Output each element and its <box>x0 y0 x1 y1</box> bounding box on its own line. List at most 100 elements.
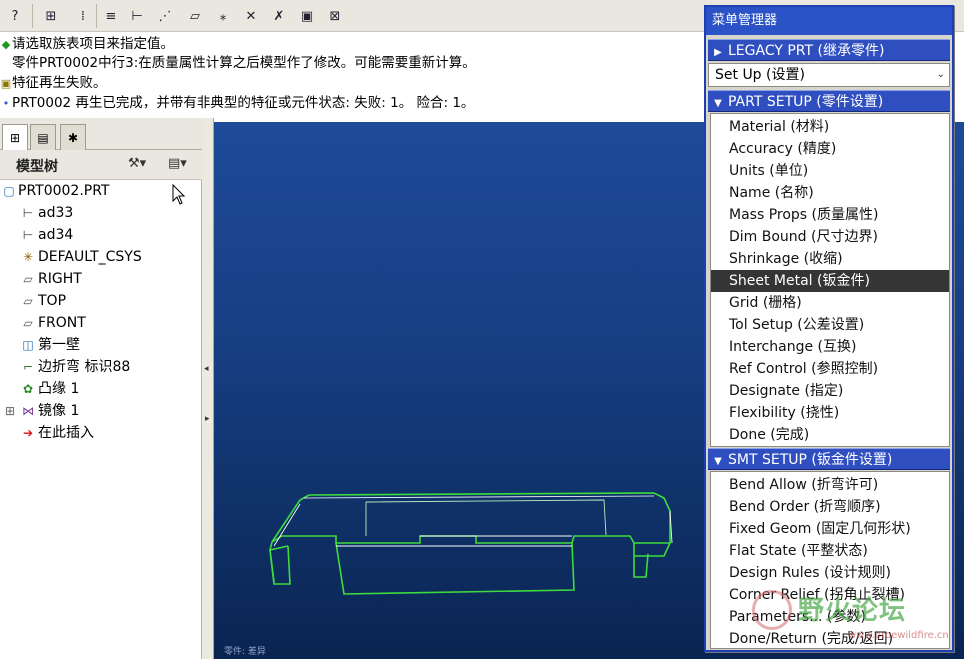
part-icon: ▢ <box>3 184 15 198</box>
legacy-prt-header[interactable]: ▶ LEGACY PRT (继承零件) <box>708 39 950 61</box>
setup-select[interactable]: Set Up (设置) ⌄ <box>708 63 950 87</box>
info-icon: • <box>2 97 10 110</box>
csys-icon[interactable]: ✕ <box>240 5 262 27</box>
smt-setup-header[interactable]: ▼ SMT SETUP (钣金件设置) <box>708 448 950 470</box>
tree-item-label: FRONT <box>38 315 86 331</box>
mirror-icon: ⋈ <box>22 404 34 418</box>
tree-item-label: 第一壁 <box>38 337 80 353</box>
menu-item-done[interactable]: Done (完成) <box>711 424 949 446</box>
panel-splitter[interactable]: ◂ ▸ <box>202 118 214 659</box>
tree-item[interactable]: ▱ RIGHT <box>0 268 202 290</box>
csys-off-icon[interactable]: ✗ <box>268 5 290 27</box>
watermark: 野火论坛 www.proewildfire.cn <box>752 590 962 654</box>
part-setup-header[interactable]: ▼ PART SETUP (零件设置) <box>708 90 950 112</box>
prompt-icon: ◆ <box>1 38 11 51</box>
chevron-down-icon: ⌄ <box>936 69 945 80</box>
menu-item-shrinkage[interactable]: Shrinkage (收缩) <box>711 248 949 270</box>
tree-item[interactable]: ⌐ 边折弯 标识88 <box>0 356 202 378</box>
watermark-logo <box>752 590 792 630</box>
setup-select-value: Set Up (设置) <box>715 67 805 83</box>
menu-item-accuracy[interactable]: Accuracy (精度) <box>711 138 949 160</box>
model-tree-tab-icon[interactable]: ⊞ <box>2 124 28 150</box>
tree-item[interactable]: ➔ 在此插入 <box>0 422 202 444</box>
tree-item-label: ad34 <box>38 227 74 243</box>
plane-icon: ▱ <box>23 316 33 330</box>
message-text: 特征再生失败。 <box>12 75 107 91</box>
tree-item[interactable]: ✳ DEFAULT_CSYS <box>0 246 202 268</box>
menu-item-tol-setup[interactable]: Tol Setup (公差设置) <box>711 314 949 336</box>
flange-icon: ✿ <box>22 382 34 396</box>
tree-item[interactable]: ▱ TOP <box>0 290 202 312</box>
menu-item-bend-order[interactable]: Bend Order (折弯顺序) <box>711 496 949 518</box>
axis-icon[interactable]: ⋰ <box>154 5 176 27</box>
toolbar-separator <box>32 4 33 28</box>
menu-item-grid[interactable]: Grid (栅格) <box>711 292 949 314</box>
plane-icon: ▱ <box>23 272 33 286</box>
tree-item-label: 边折弯 标识88 <box>38 359 131 375</box>
menu-item-bend-allow[interactable]: Bend Allow (折弯许可) <box>711 474 949 496</box>
folder-browser-tab-icon[interactable]: ▤ <box>30 124 56 150</box>
model-tree-title: 模型树 <box>16 159 58 175</box>
expand-icon[interactable]: ⊞ <box>2 400 18 422</box>
menu-item-flexibility[interactable]: Flexibility (挠性) <box>711 402 949 424</box>
sketch-icon[interactable]: ⊞ <box>40 5 62 27</box>
expanded-arrow-icon: ▼ <box>714 456 722 467</box>
mouse-cursor-icon <box>172 184 186 205</box>
watermark-url: www.proewildfire.cn <box>848 630 949 641</box>
message-line: 零件PRT0002中行3:在质量属性计算之后模型作了修改。可能需要重新计算。 <box>12 53 476 73</box>
model-tree-panel: ⊞ ▤ ✱ 模型树 ⚒▾ ▤▾ ▢ PRT0002.PRT ⊢ ad33 ⊢ a… <box>0 118 202 659</box>
expand-right-icon[interactable]: ▸ <box>205 414 210 424</box>
menu-item-mass-props[interactable]: Mass Props (质量属性) <box>711 204 949 226</box>
message-text: 零件PRT0002中行3:在质量属性计算之后模型作了修改。可能需要重新计算。 <box>12 55 476 71</box>
favorites-tab-icon[interactable]: ✱ <box>60 124 86 150</box>
menu-item-design-rules[interactable]: Design Rules (设计规则) <box>711 562 949 584</box>
model-tree-header: 模型树 ⚒▾ ▤▾ <box>0 150 202 180</box>
navigator-tabs: ⊞ ▤ ✱ <box>0 118 202 150</box>
dimension-icon: ⊢ <box>22 228 34 242</box>
menu-item-units[interactable]: Units (单位) <box>711 160 949 182</box>
menu-item-dim-bound[interactable]: Dim Bound (尺寸边界) <box>711 226 949 248</box>
collapsed-arrow-icon: ▶ <box>714 47 722 58</box>
menu-item-ref-control[interactable]: Ref Control (参照控制) <box>711 358 949 380</box>
tree-item-label: ad33 <box>38 205 74 221</box>
message-text: 请选取族表项目来指定值。 <box>12 36 174 52</box>
menu-item-sheet-metal[interactable]: Sheet Metal (钣金件) <box>711 270 949 292</box>
message-line: ▣特征再生失败。 <box>0 73 107 93</box>
collapse-left-icon[interactable]: ◂ <box>204 364 209 374</box>
tree-item[interactable]: ◫ 第一壁 <box>0 334 202 356</box>
close-icon[interactable]: ⊠ <box>324 5 346 27</box>
datum-icon[interactable]: ⁞ <box>72 5 94 27</box>
tree-item-label: 凸缘 1 <box>38 381 80 397</box>
menu-item-fixed-geom[interactable]: Fixed Geom (固定几何形状) <box>711 518 949 540</box>
menu-item-material[interactable]: Material (材料) <box>711 116 949 138</box>
insert-arrow-icon: ➔ <box>22 426 34 440</box>
window-icon[interactable]: ▣ <box>296 5 318 27</box>
plane-icon: ▱ <box>23 294 33 308</box>
expanded-arrow-icon: ▼ <box>714 98 722 109</box>
plane-icon[interactable]: ▱ <box>184 5 206 27</box>
filter-icon[interactable]: ≡ <box>100 5 122 27</box>
tree-item-label: RIGHT <box>38 271 82 287</box>
tree-item[interactable]: ⊞ ⋈ 镜像 1 <box>0 400 202 422</box>
menu-item-interchange[interactable]: Interchange (互换) <box>711 336 949 358</box>
part-setup-label: PART SETUP (零件设置) <box>728 94 884 110</box>
menu-item-designate[interactable]: Designate (指定) <box>711 380 949 402</box>
tree-item[interactable]: ▱ FRONT <box>0 312 202 334</box>
help-icon[interactable]: ? <box>4 5 26 27</box>
show-menu-icon[interactable]: ▤▾ <box>168 156 187 171</box>
message-line: • PRT0002 再生已完成，并带有非典型的特征或元件状态: 失败: 1。 险合… <box>0 93 475 113</box>
menu-item-name[interactable]: Name (名称) <box>711 182 949 204</box>
tree-icon[interactable]: ⊢ <box>126 5 148 27</box>
tree-item[interactable]: ⊢ ad34 <box>0 224 202 246</box>
csys-icon: ✳ <box>22 250 34 264</box>
menu-item-flat-state[interactable]: Flat State (平整状态) <box>711 540 949 562</box>
viewport-caption: 零件: 差异 <box>224 647 266 657</box>
tree-item-label: TOP <box>38 293 67 309</box>
dimension-icon: ⊢ <box>22 206 34 220</box>
tree-settings-icon[interactable]: ⚒▾ <box>128 156 146 171</box>
tree-item[interactable]: ✿ 凸缘 1 <box>0 378 202 400</box>
smt-setup-label: SMT SETUP (钣金件设置) <box>728 452 893 468</box>
point-icon[interactable]: ⁎ <box>212 5 234 27</box>
tree-item-label: PRT0002.PRT <box>18 183 110 199</box>
part-setup-list: Material (材料) Accuracy (精度) Units (单位) N… <box>710 113 950 447</box>
